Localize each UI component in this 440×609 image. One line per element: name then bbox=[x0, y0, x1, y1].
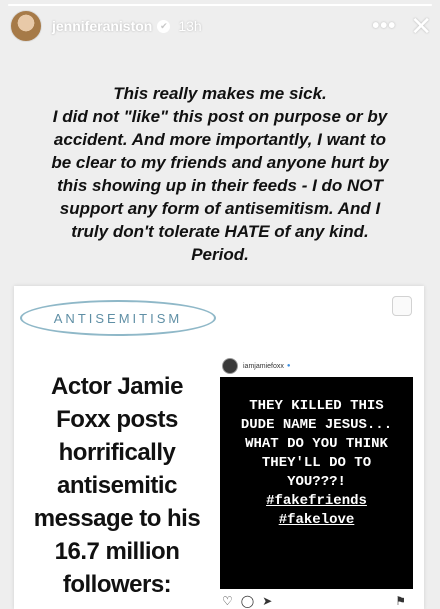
verified-badge-icon: ✔ bbox=[157, 19, 171, 33]
headline-line: Foxx posts bbox=[56, 406, 178, 433]
embedded-post-avatar bbox=[222, 358, 238, 374]
headline-line: antisemitic bbox=[57, 472, 177, 499]
statement-line: This really makes me sick. bbox=[113, 84, 327, 103]
post-text-line: YOU???! bbox=[287, 474, 346, 490]
story-statement: This really makes me sick. I did not "li… bbox=[18, 82, 422, 266]
statement-line: Period. bbox=[191, 245, 249, 264]
story-progress-bar bbox=[8, 4, 432, 6]
statement-line: truly don't tolerate HATE of any kind. bbox=[71, 222, 369, 241]
embedded-post-image: THEY KILLED THIS DUDE NAME JESUS... WHAT… bbox=[220, 377, 413, 589]
statement-line: I did not "like" this post on purpose or… bbox=[52, 107, 388, 126]
statement-line: accident. And more importantly, I want t… bbox=[53, 130, 387, 149]
article-screenshot: ANTISEMITISM Actor Jamie Foxx posts horr… bbox=[14, 286, 424, 609]
bookmark-icon: ⚑ bbox=[395, 594, 406, 608]
headline-line: 16.7 million bbox=[54, 538, 180, 565]
expand-icon bbox=[392, 296, 412, 316]
embedded-post-actions: ♡ ◯ ➤ ⚑ bbox=[222, 594, 414, 608]
article-tag: ANTISEMITISM bbox=[20, 300, 216, 336]
embedded-post-header: iamjamiefoxx ● bbox=[222, 356, 422, 376]
statement-line: support any form of antisemitism. And I bbox=[59, 199, 381, 218]
headline-line: followers: bbox=[62, 571, 172, 598]
comment-icon: ◯ bbox=[240, 594, 255, 608]
timestamp: 13h bbox=[178, 18, 202, 34]
story-progress-fill bbox=[8, 4, 432, 6]
post-text-line: DUDE NAME JESUS... bbox=[240, 417, 393, 433]
headline-line: message to his bbox=[33, 505, 201, 532]
statement-line: be clear to my friends and anyone hurt b… bbox=[51, 153, 389, 172]
headline-line: Actor Jamie bbox=[51, 373, 183, 400]
headline-line: horrifically bbox=[58, 439, 176, 466]
statement-line: this showing up in their feeds - I do NO… bbox=[57, 176, 383, 195]
close-icon[interactable]: ✕ bbox=[410, 13, 432, 39]
hashtag: #fakefriends bbox=[266, 493, 367, 509]
embedded-verified-icon: ● bbox=[286, 363, 291, 369]
post-text-line: WHAT DO YOU THINK bbox=[245, 436, 388, 452]
embedded-post-handle: iamjamiefoxx bbox=[243, 362, 284, 370]
more-options-icon[interactable]: ••• bbox=[372, 15, 396, 38]
article-headline: Actor Jamie Foxx posts horrifically anti… bbox=[14, 370, 220, 601]
username[interactable]: jenniferaniston bbox=[52, 18, 152, 34]
share-icon: ➤ bbox=[262, 594, 273, 608]
embedded-post-text: THEY KILLED THIS DUDE NAME JESUS... WHAT… bbox=[220, 397, 413, 530]
heart-icon: ♡ bbox=[222, 594, 233, 608]
post-text-line: THEY KILLED THIS bbox=[249, 398, 384, 414]
post-text-line: THEY'LL DO TO bbox=[261, 455, 372, 471]
avatar[interactable] bbox=[10, 10, 42, 42]
hashtag: #fakelove bbox=[278, 512, 355, 528]
story-header: jenniferaniston ✔ 13h ••• ✕ bbox=[10, 10, 432, 42]
